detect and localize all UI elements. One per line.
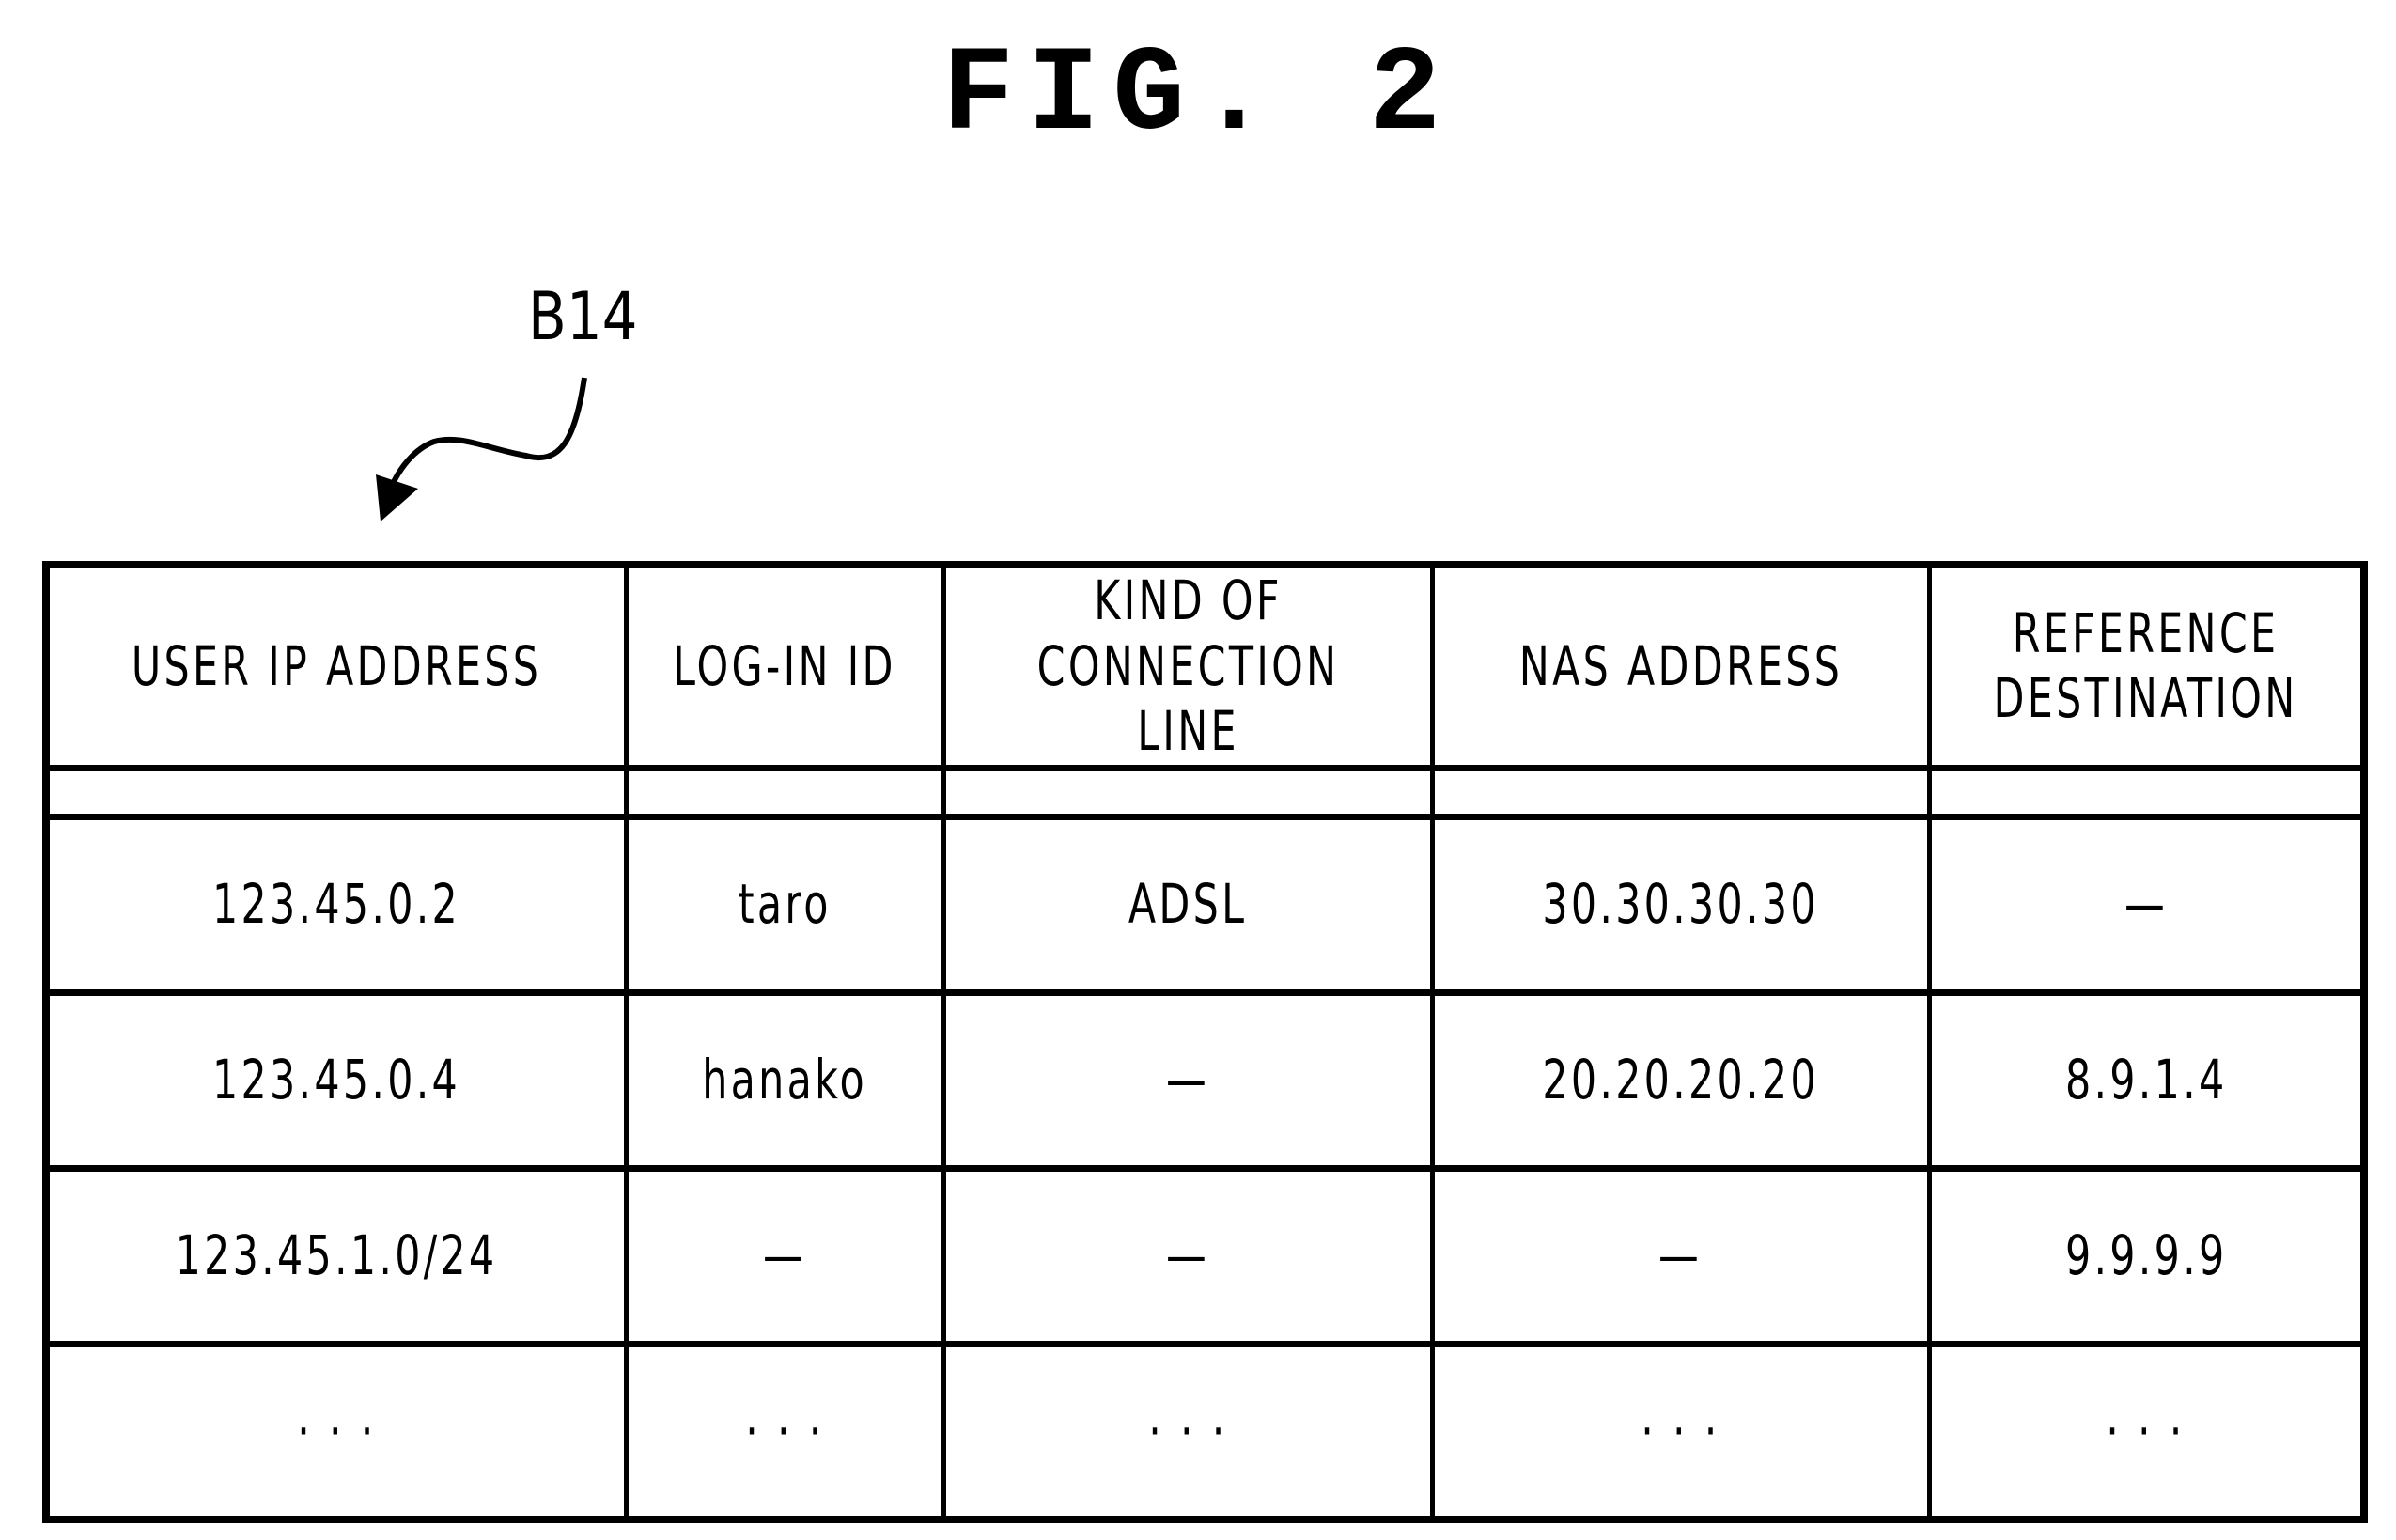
cell-reference-destination: 8.9.1.4 (1926, 988, 2367, 1172)
header-nas-address: NAS ADDRESS (1429, 561, 1932, 771)
cell-reference-destination: 9.9.9.9 (1926, 1164, 2367, 1347)
cell-user-ip-address: 123.45.0.2 (43, 813, 629, 996)
spacer-cell (43, 764, 629, 820)
spacer-cell (1926, 764, 2367, 820)
cell-nas-address: 20.20.20.20 (1429, 988, 1932, 1172)
cell-nas-address: — (1429, 1164, 1932, 1347)
cell-nas-address: 30.30.30.30 (1429, 813, 1932, 996)
cell-user-ip-address: 123.45.0.4 (43, 988, 629, 1172)
reference-arrow-head (376, 474, 418, 521)
cell-connection-line: — (941, 1164, 1435, 1347)
table-header-row: USER IP ADDRESS LOG-IN ID KIND OF CONNEC… (43, 561, 2367, 771)
cell-user-ip-address: 123.45.1.0/24 (43, 1164, 629, 1347)
cell-ellipsis: · · · (1926, 1340, 2367, 1523)
header-kind-of-connection-line: KIND OF CONNECTION LINE (941, 561, 1435, 771)
spacer-cell (623, 764, 946, 820)
cell-ellipsis: · · · (43, 1340, 629, 1523)
spacer-cell (1429, 764, 1932, 820)
table-row: 123.45.0.2 taro ADSL 30.30.30.30 — (43, 813, 2367, 996)
cell-connection-line: ADSL (941, 813, 1435, 996)
cell-log-in-id: hanako (623, 988, 946, 1172)
cell-log-in-id: — (623, 1164, 946, 1347)
cell-connection-line: — (941, 988, 1435, 1172)
cell-ellipsis: · · · (623, 1340, 946, 1523)
header-user-ip-address: USER IP ADDRESS (43, 561, 629, 771)
reference-arrow-line (390, 377, 587, 486)
table-row: 123.45.1.0/24 — — — 9.9.9.9 (43, 1164, 2367, 1347)
table-row: · · · · · · · · · · · · · · · (43, 1340, 2367, 1523)
table-row: 123.45.0.4 hanako — 20.20.20.20 8.9.1.4 (43, 988, 2367, 1172)
spacer-cell (941, 764, 1435, 820)
cell-reference-destination: — (1926, 813, 2367, 996)
cell-ellipsis: · · · (1429, 1340, 1932, 1523)
header-reference-destination: REFERENCE DESTINATION (1926, 561, 2367, 771)
cell-ellipsis: · · · (941, 1340, 1435, 1523)
header-log-in-id: LOG-IN ID (623, 561, 946, 771)
table-spacer-row (43, 764, 2367, 820)
b14-table-container: USER IP ADDRESS LOG-IN ID KIND OF CONNEC… (42, 561, 2368, 1524)
b14-table: USER IP ADDRESS LOG-IN ID KIND OF CONNEC… (42, 561, 2368, 1524)
cell-log-in-id: taro (623, 813, 946, 996)
